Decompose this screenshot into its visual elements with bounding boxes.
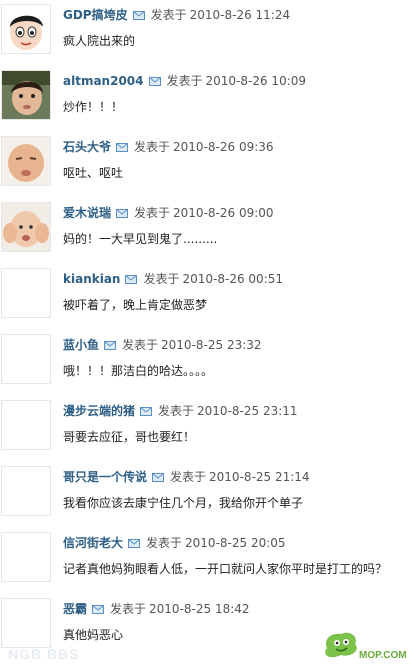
post-time: 2010-8-26 09:36 xyxy=(173,140,274,154)
username-link[interactable]: 哥只是一个传说 xyxy=(63,470,147,484)
avatar[interactable] xyxy=(1,268,51,318)
message-icon[interactable] xyxy=(152,469,165,482)
comment-item: 哥只是一个传说 发表于 2010-8-25 21:14 我看你应该去康宁住几个月，我给… xyxy=(0,462,417,528)
posted-label: 发表于 xyxy=(110,602,147,616)
username-link[interactable]: 恶霸 xyxy=(63,602,87,616)
avatar[interactable] xyxy=(1,70,51,120)
post-time: 2010-8-26 00:51 xyxy=(182,272,283,286)
comment-meta: 哥只是一个传说 发表于 2010-8-25 21:14 xyxy=(63,468,310,486)
comment-item: 漫步云端的猪 发表于 2010-8-25 23:11 哥要去应征，哥也要红！ xyxy=(0,396,417,462)
comment-text: 记者真他妈狗眼看人低，一开口就问人家你平时是打工的吗？ xyxy=(63,562,388,576)
message-icon[interactable] xyxy=(125,271,138,284)
message-icon[interactable] xyxy=(92,601,105,614)
comment-text: 妈的！一大早见到鬼了......... xyxy=(63,232,218,246)
avatar[interactable] xyxy=(1,400,51,450)
comment-text: 哥要去应征，哥也要红！ xyxy=(63,430,196,444)
message-icon[interactable] xyxy=(148,73,161,86)
post-time: 2010-8-25 23:32 xyxy=(161,338,262,352)
comment-item: 爱木说瑞 发表于 2010-8-26 09:00 妈的！一大早见到鬼了........… xyxy=(0,198,417,264)
posted-label: 发表于 xyxy=(146,536,183,550)
username-link[interactable]: GDP搞垮皮 xyxy=(63,8,128,22)
comment-meta: 信河街老大 发表于 2010-8-25 20:05 xyxy=(63,534,286,552)
svg-text:MOP.COM: MOP.COM xyxy=(359,650,407,661)
username-link[interactable]: 石头大爷 xyxy=(63,140,111,154)
message-icon[interactable] xyxy=(116,205,129,218)
comment-item: GDP搞垮皮 发表于 2010-8-26 11:24 疯人院出来的 xyxy=(0,0,417,66)
posted-label: 发表于 xyxy=(143,272,180,286)
avatar[interactable] xyxy=(1,532,51,582)
posted-label: 发表于 xyxy=(150,8,187,22)
comment-item: 蓝小鱼 发表于 2010-8-25 23:32 哦！！！那洁白的哈达。。。。 xyxy=(0,330,417,396)
message-icon[interactable] xyxy=(140,403,153,416)
comment-meta: altman2004 发表于 2010-8-26 10:09 xyxy=(63,72,306,90)
comment-text: 炒作！！！ xyxy=(63,100,124,114)
avatar[interactable] xyxy=(1,202,51,252)
avatar[interactable] xyxy=(1,334,51,384)
posted-label: 发表于 xyxy=(134,140,171,154)
username-link[interactable]: 信河街老大 xyxy=(63,536,123,550)
posted-label: 发表于 xyxy=(166,74,203,88)
comment-item: 信河街老大 发表于 2010-8-25 20:05 记者真他妈狗眼看人低，一开口就问人… xyxy=(0,528,417,594)
ngb-watermark: NGB BBS xyxy=(8,646,80,662)
post-time: 2010-8-25 21:14 xyxy=(209,470,310,484)
comment-item: altman2004 发表于 2010-8-26 10:09 炒作！！！ xyxy=(0,66,417,132)
comment-meta: 蓝小鱼 发表于 2010-8-25 23:32 xyxy=(63,336,262,354)
comment-meta: 石头大爷 发表于 2010-8-26 09:36 xyxy=(63,138,274,156)
avatar[interactable] xyxy=(1,4,51,54)
post-time: 2010-8-26 11:24 xyxy=(189,8,291,22)
message-icon[interactable] xyxy=(132,7,145,20)
comment-text: 被吓着了，晚上肯定做恶梦 xyxy=(63,298,208,312)
post-time: 2010-8-26 09:00 xyxy=(173,206,274,220)
posted-label: 发表于 xyxy=(122,338,159,352)
mop-logo: MOP.COM xyxy=(317,628,411,662)
message-icon[interactable] xyxy=(116,139,129,152)
posted-label: 发表于 xyxy=(170,470,207,484)
post-time: 2010-8-25 20:05 xyxy=(185,536,286,550)
posted-label: 发表于 xyxy=(158,404,195,418)
comment-text: 真他妈恶心 xyxy=(63,628,124,642)
comment-meta: kiankian 发表于 2010-8-26 00:51 xyxy=(63,270,283,288)
comment-meta: GDP搞垮皮 发表于 2010-8-26 11:24 xyxy=(63,6,290,24)
comment-text: 疯人院出来的 xyxy=(63,34,136,48)
username-link[interactable]: 爱木说瑞 xyxy=(63,206,111,220)
message-icon[interactable] xyxy=(104,337,117,350)
username-link[interactable]: kiankian xyxy=(63,272,120,286)
comment-item: kiankian 发表于 2010-8-26 00:51 被吓着了，晚上肯定做恶梦 xyxy=(0,264,417,330)
message-icon[interactable] xyxy=(128,535,141,548)
comment-text: 哦！！！那洁白的哈达。。。。 xyxy=(63,364,214,378)
avatar[interactable] xyxy=(1,136,51,186)
comment-meta: 恶霸 发表于 2010-8-25 18:42 xyxy=(63,600,250,618)
username-link[interactable]: 蓝小鱼 xyxy=(63,338,99,352)
posted-label: 发表于 xyxy=(134,206,171,220)
post-time: 2010-8-25 18:42 xyxy=(149,602,250,616)
comment-text: 我看你应该去康宁住几个月，我给你开个单子 xyxy=(63,496,304,510)
post-time: 2010-8-25 23:11 xyxy=(197,404,298,418)
comment-item: 石头大爷 发表于 2010-8-26 09:36 呕吐、呕吐 xyxy=(0,132,417,198)
username-link[interactable]: altman2004 xyxy=(63,74,144,88)
comment-text: 呕吐、呕吐 xyxy=(63,166,124,180)
avatar[interactable] xyxy=(1,466,51,516)
avatar[interactable] xyxy=(1,598,51,648)
post-time: 2010-8-26 10:09 xyxy=(205,74,307,88)
comment-meta: 漫步云端的猪 发表于 2010-8-25 23:11 xyxy=(63,402,298,420)
username-link[interactable]: 漫步云端的猪 xyxy=(63,404,135,418)
comment-meta: 爱木说瑞 发表于 2010-8-26 09:00 xyxy=(63,204,274,222)
